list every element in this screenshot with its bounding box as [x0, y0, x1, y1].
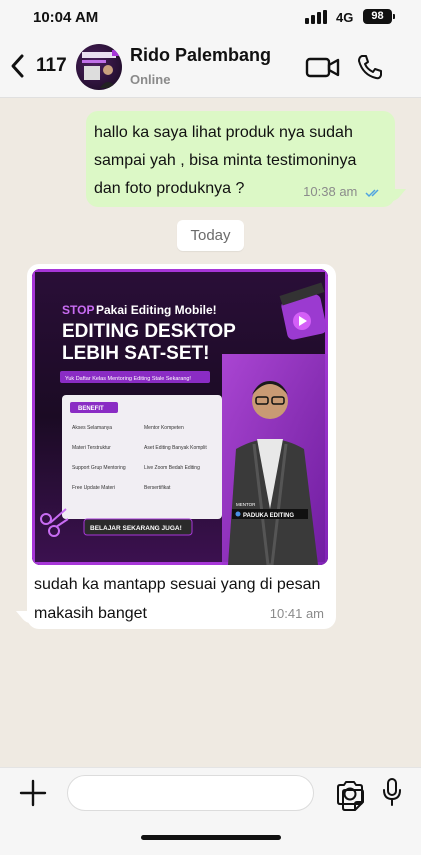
status-time: 10:04 AM	[33, 9, 99, 26]
benefit-left: Support Grup Mentoring	[72, 465, 126, 471]
chat-header: 117 Rido Palembang Online	[0, 34, 421, 98]
poster-benefit-label: BENEFIT	[78, 406, 104, 412]
network-label: 4G	[336, 10, 354, 25]
poster-stop-word: STOP	[62, 303, 94, 317]
outgoing-message-time: 10:38 am	[303, 184, 358, 199]
outgoing-message[interactable]: hallo ka saya lihat produk nya sudah sam…	[86, 111, 395, 207]
benefit-right: Bersertifikat	[144, 485, 171, 491]
video-call-icon[interactable]	[305, 54, 341, 80]
poster-subline: Yuk Daftar Kelas Mentoring Editing Stale…	[65, 376, 191, 382]
incoming-message-time: 10:41 am	[269, 606, 324, 621]
status-bar: 10:04 AM 4G 98	[0, 0, 421, 34]
outgoing-message-meta: 10:38 am	[303, 184, 383, 199]
media-image[interactable]: STOP Pakai Editing Mobile! EDITING DESKT…	[32, 269, 328, 565]
benefit-right: Live Zoom Bedah Editing	[144, 465, 200, 471]
poster-headline-small: Pakai Editing Mobile!	[96, 303, 217, 317]
poster-cta: BELAJAR SEKARANG JUGA!	[90, 525, 182, 532]
benefit-right: Aset Editing Banyak Komplit	[144, 445, 207, 451]
poster-headline-2: LEBIH SAT-SET!	[62, 343, 209, 364]
benefit-left: Materi Terstruktur	[72, 445, 111, 451]
voice-call-icon[interactable]	[355, 53, 385, 81]
benefit-right: Mentor Kompeten	[144, 425, 184, 431]
benefit-left: Free Update Materi	[72, 485, 115, 491]
back-chevron-icon[interactable]	[8, 52, 28, 80]
benefit-left: Akses Selamanya	[72, 425, 112, 431]
composer-bar	[0, 767, 421, 855]
home-indicator	[141, 835, 281, 840]
unread-count[interactable]: 117	[36, 55, 67, 77]
poster-mentor-label: MENTOR	[236, 502, 256, 507]
signal-icon	[305, 10, 329, 24]
microphone-icon[interactable]	[380, 776, 404, 808]
poster-mentor-name: PADUKA EDITING	[243, 513, 294, 519]
contact-name[interactable]: Rido Palembang	[130, 45, 271, 66]
poster-headline-1: EDITING DESKTOP	[62, 321, 236, 342]
date-separator: Today	[177, 220, 244, 251]
camera-icon[interactable]	[335, 778, 365, 808]
read-ticks-icon	[365, 189, 379, 197]
avatar[interactable]	[76, 44, 122, 90]
contact-status: Online	[130, 72, 171, 87]
chat-area[interactable]: hallo ka saya lihat produk nya sudah sam…	[0, 99, 421, 767]
incoming-message[interactable]: STOP Pakai Editing Mobile! EDITING DESKT…	[27, 264, 336, 629]
battery-icon: 98	[363, 9, 395, 24]
message-input[interactable]	[67, 775, 364, 811]
plus-icon[interactable]	[18, 778, 48, 808]
